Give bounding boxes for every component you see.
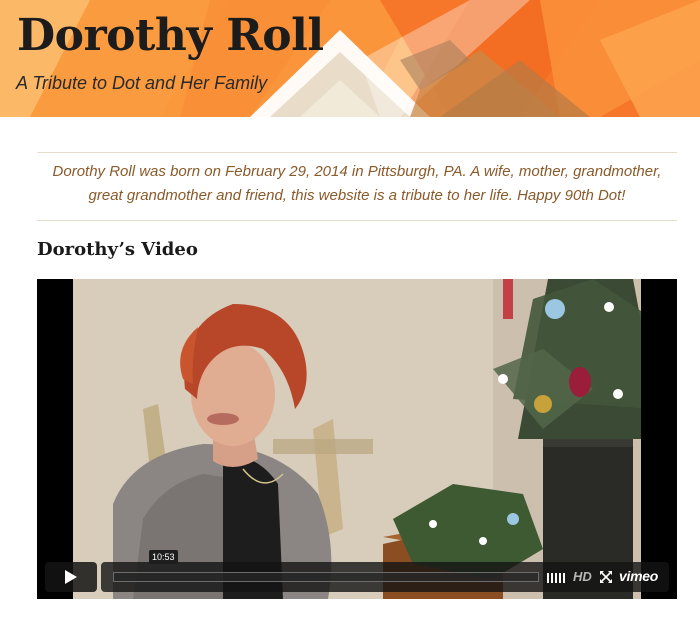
intro-text: Dorothy Roll was born on February 29, 20… [52, 163, 662, 204]
video-controls: 10:53 HD vimeo [45, 550, 669, 592]
site-tagline: A Tribute to Dot and Her Family [16, 73, 268, 93]
play-button[interactable] [45, 562, 97, 592]
progress-bar[interactable] [113, 572, 539, 582]
site-title[interactable]: Dorothy Roll [17, 10, 324, 61]
section-title: Dorothy’s Video [37, 239, 198, 260]
divider [37, 152, 677, 153]
divider [37, 220, 677, 221]
hd-toggle[interactable]: HD [573, 569, 592, 584]
video-player[interactable]: 10:53 HD vimeo [37, 279, 677, 599]
control-bar: 10:53 HD vimeo [101, 550, 669, 592]
fullscreen-icon[interactable] [600, 571, 612, 583]
play-icon [65, 570, 77, 584]
time-indicator: 10:53 [149, 550, 178, 564]
volume-icon[interactable] [547, 571, 567, 583]
site-header: Dorothy Roll A Tribute to Dot and Her Fa… [0, 0, 700, 117]
vimeo-logo[interactable]: vimeo [619, 568, 658, 584]
